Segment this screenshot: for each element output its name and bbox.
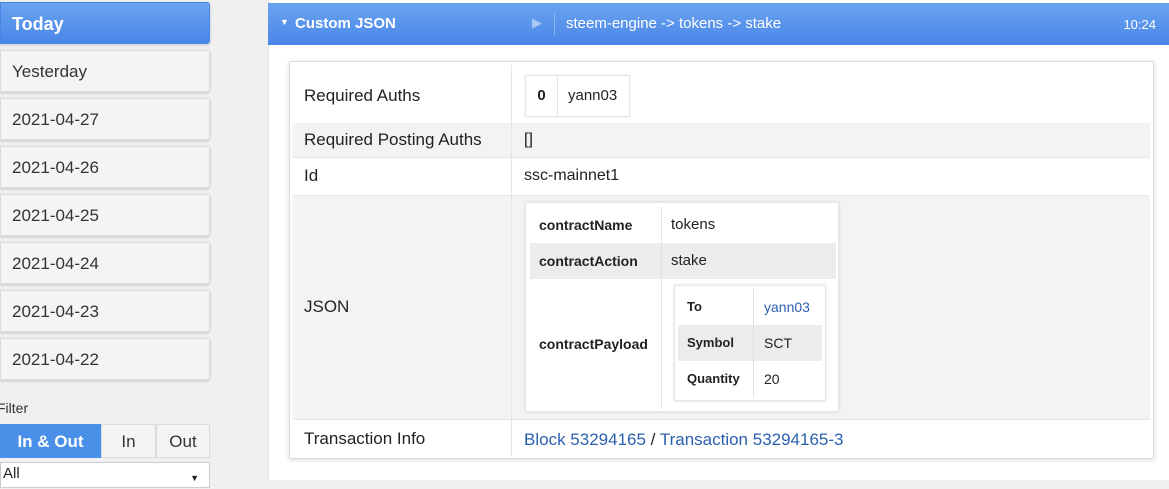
payload-divider [753, 361, 754, 397]
caret-down-icon: ▼ [280, 17, 289, 27]
operation-details-card: Required Auths 0 yann03 Required Posting… [289, 61, 1154, 459]
filter-tabs: In & Out In Out [0, 424, 210, 458]
required-posting-auths-value: [] [524, 131, 533, 148]
json-key: contractAction [539, 253, 638, 269]
day-button[interactable]: 2021-04-24 [0, 242, 210, 284]
account-link[interactable]: yann03 [764, 299, 810, 315]
json-object: contractName tokens contractAction stake… [525, 202, 839, 412]
json-key: contractPayload [539, 336, 648, 352]
id-value: ssc-mainnet1 [524, 167, 620, 184]
row-json: JSON contractName tokens contractAction … [293, 196, 1150, 420]
sidebar: Today Yesterday 2021-04-27 2021-04-26 20… [0, 0, 214, 488]
required-auths-label: Required Auths [304, 86, 421, 105]
operation-header[interactable]: ▼ Custom JSON ▶ steem-engine -> tokens -… [268, 3, 1169, 45]
filter-select-value: All [3, 465, 20, 482]
payload-key: To [687, 299, 702, 314]
id-label: Id [304, 166, 319, 185]
transaction-link[interactable]: Transaction 53294165-3 [660, 430, 844, 449]
column-divider [511, 420, 512, 456]
required-posting-auths-label: Required Posting Auths [304, 130, 482, 149]
row-transaction-info: Transaction Info Block 53294165 / Transa… [293, 420, 1150, 456]
payload-divider [753, 325, 754, 361]
day-button[interactable]: 2021-04-22 [0, 338, 210, 380]
payload-row-symbol: Symbol SCT [678, 325, 822, 361]
column-divider [511, 196, 512, 419]
json-row-contract-payload: contractPayload To yann03 Symbol SCT Qua… [530, 279, 836, 409]
json-row-contract-name: contractName tokens [530, 207, 836, 243]
column-divider [511, 158, 512, 195]
transaction-info-value: Block 53294165 / Transaction 53294165-3 [524, 430, 844, 450]
day-yesterday-button[interactable]: Yesterday [0, 50, 210, 92]
link-separator: / [650, 430, 656, 449]
payload-key: Symbol [687, 335, 734, 350]
auth-index: 0 [526, 76, 558, 116]
row-required-posting-auths: Required Posting Auths [] [293, 123, 1150, 158]
operation-title: Custom JSON [295, 15, 396, 32]
day-button[interactable]: 2021-04-25 [0, 194, 210, 236]
json-row-contract-action: contractAction stake [530, 243, 836, 279]
payload-key: Quantity [687, 371, 740, 386]
operation-time: 10:24 [1123, 17, 1156, 32]
payload-value: SCT [764, 335, 792, 351]
column-divider [511, 65, 512, 125]
payload-row-to: To yann03 [678, 289, 822, 325]
day-today-button[interactable]: Today [0, 2, 210, 44]
filter-select[interactable]: All ▼ [0, 462, 210, 488]
payload-value: 20 [764, 371, 780, 387]
day-button[interactable]: 2021-04-27 [0, 98, 210, 140]
filter-tab-in-out[interactable]: In & Out [0, 424, 101, 458]
row-required-auths: Required Auths 0 yann03 [293, 65, 1150, 126]
json-divider [661, 207, 662, 243]
day-button[interactable]: 2021-04-26 [0, 146, 210, 188]
json-label: JSON [304, 297, 350, 316]
filter-tab-out[interactable]: Out [156, 424, 210, 458]
json-value: stake [671, 252, 707, 269]
required-auths-list: 0 yann03 [525, 75, 631, 117]
json-value: tokens [671, 216, 716, 233]
json-divider [661, 279, 662, 409]
payload-divider [753, 289, 754, 325]
block-link[interactable]: Block 53294165 [524, 430, 646, 449]
transaction-info-label: Transaction Info [304, 429, 426, 448]
operation-path: steem-engine -> tokens -> stake [566, 15, 782, 32]
json-key: contractName [539, 217, 633, 233]
payload-object: To yann03 Symbol SCT Quantity 20 [674, 285, 826, 401]
column-divider [511, 123, 512, 157]
filter-tab-in[interactable]: In [101, 424, 156, 458]
header-divider [554, 13, 555, 35]
filter-label: Filter [0, 400, 29, 416]
play-icon: ▶ [532, 15, 542, 30]
auth-account: yann03 [568, 87, 618, 104]
json-divider [661, 243, 662, 279]
row-id: Id ssc-mainnet1 [293, 158, 1150, 196]
day-button[interactable]: 2021-04-23 [0, 290, 210, 332]
chevron-down-icon: ▼ [190, 473, 199, 483]
payload-row-quantity: Quantity 20 [678, 361, 822, 397]
